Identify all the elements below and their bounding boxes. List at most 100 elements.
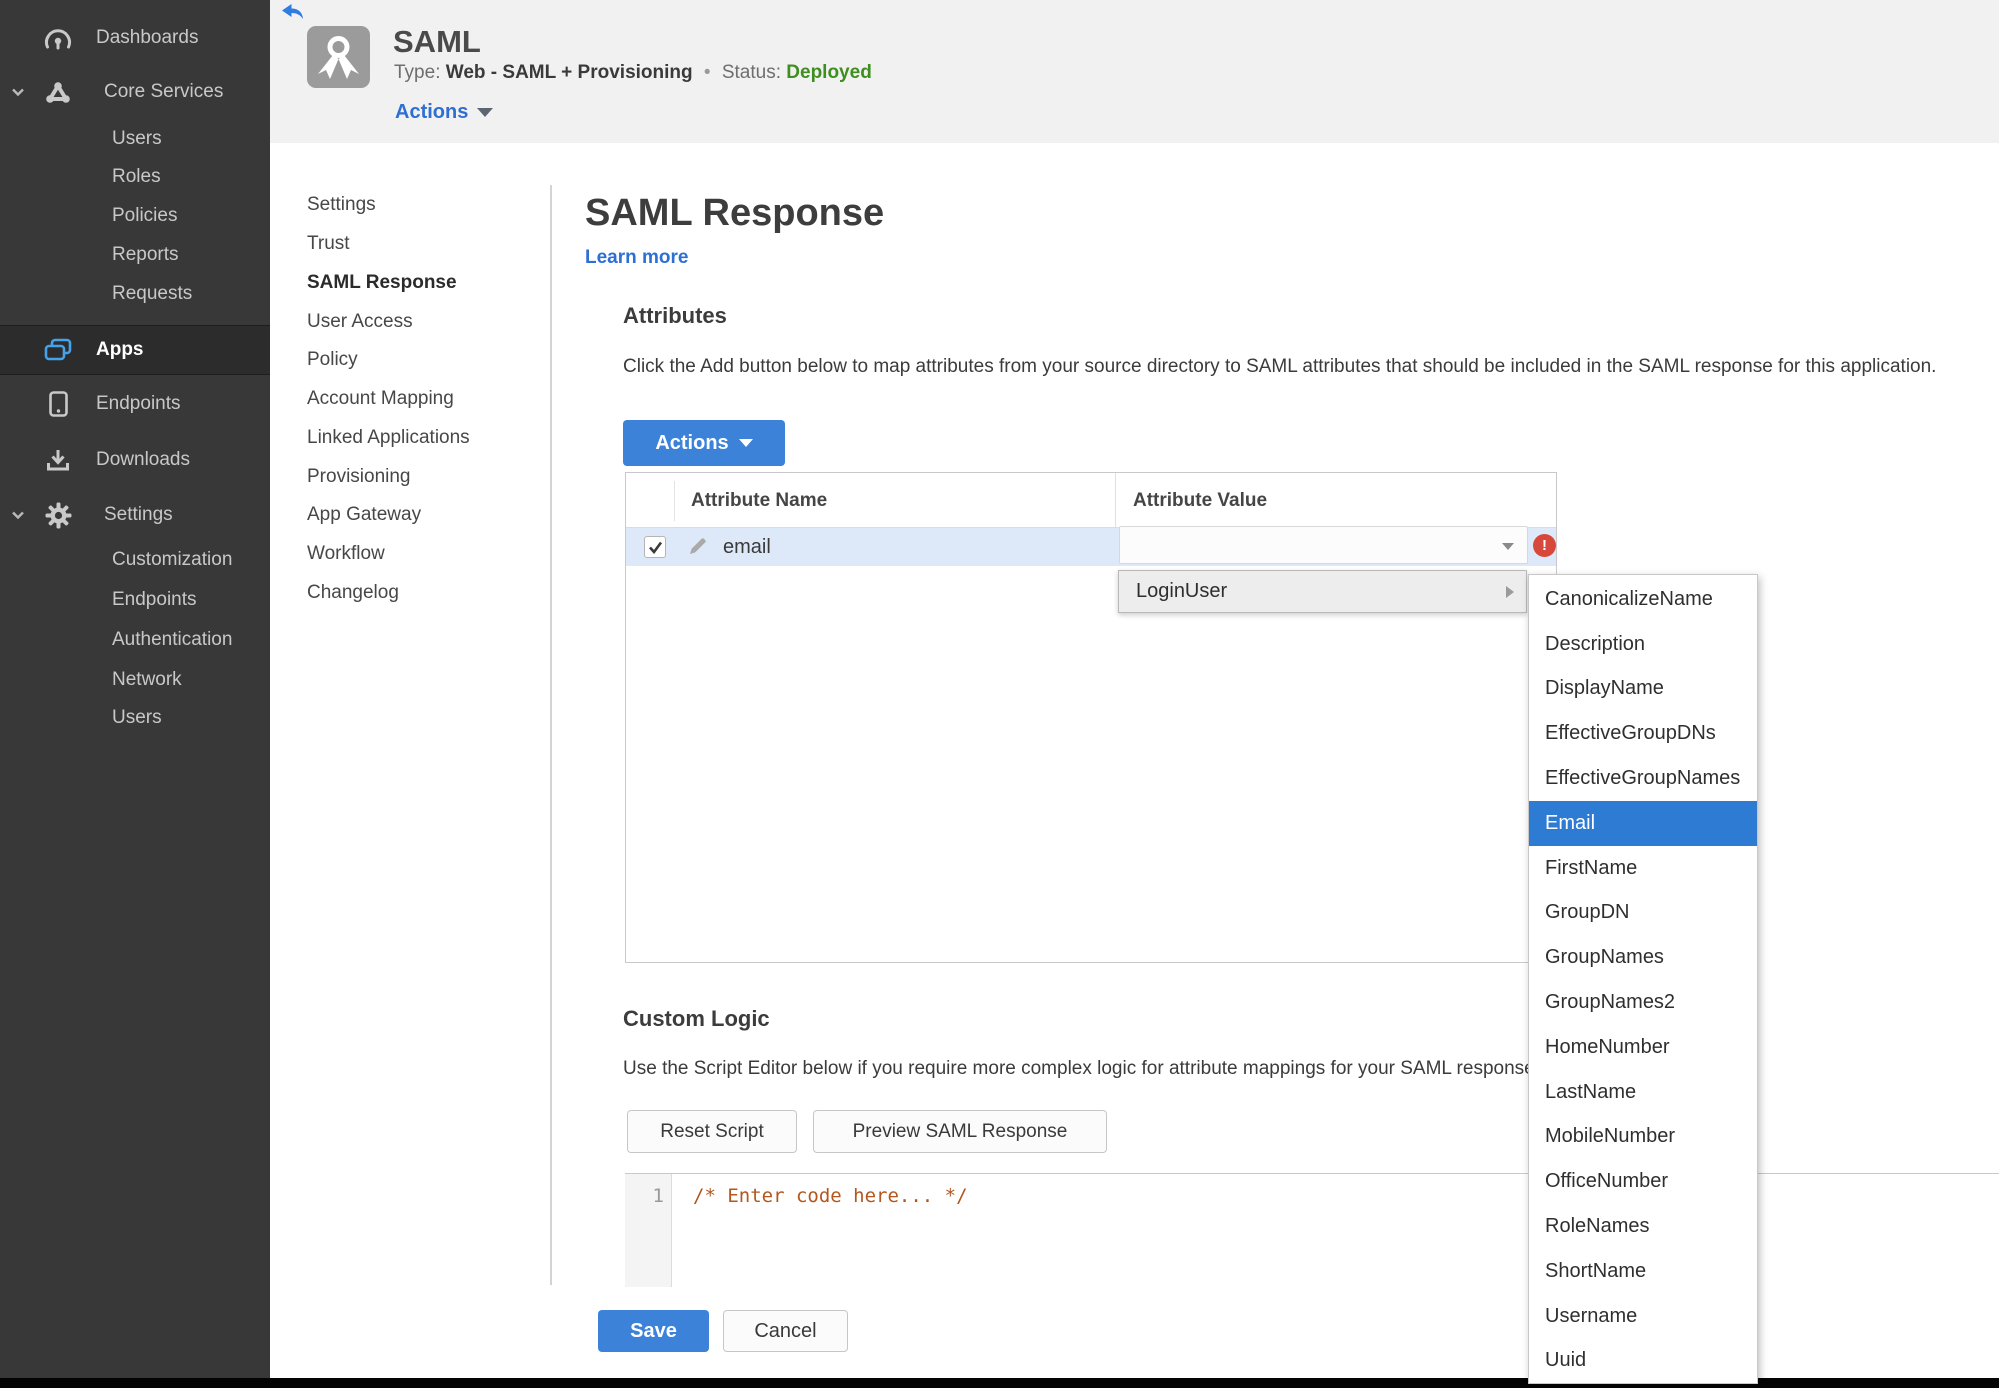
submenu-item[interactable]: Username xyxy=(1529,1294,1757,1339)
column-header-attribute-name: Attribute Name xyxy=(691,489,828,511)
chevron-down-icon xyxy=(11,511,25,520)
caret-down-icon xyxy=(477,108,494,117)
editor-gutter: 1 xyxy=(625,1174,672,1287)
menu-item-label: LoginUser xyxy=(1136,580,1228,602)
submenu-item[interactable]: GroupDN xyxy=(1529,891,1757,936)
submenu-item[interactable]: HomeNumber xyxy=(1529,1025,1757,1070)
sidebar-item-label: Authentication xyxy=(112,629,233,650)
device-icon xyxy=(42,391,74,417)
download-icon xyxy=(42,448,74,472)
sidebar-item-label: Roles xyxy=(112,166,161,187)
subnav-item[interactable]: User Access xyxy=(307,302,527,341)
submenu-item[interactable]: FirstName xyxy=(1529,846,1757,891)
subnav-item[interactable]: Trust xyxy=(307,225,527,264)
submenu-item[interactable]: EffectiveGroupDNs xyxy=(1529,711,1757,756)
type-value: Web - SAML + Provisioning xyxy=(445,62,693,83)
cancel-button[interactable]: Cancel xyxy=(723,1310,848,1352)
subnav-item[interactable]: Changelog xyxy=(307,574,527,613)
subnav-item[interactable]: Workflow xyxy=(307,535,527,574)
submenu-item[interactable]: DisplayName xyxy=(1529,667,1757,712)
value-submenu: CanonicalizeName Description DisplayName Ef… xyxy=(1528,574,1758,1384)
type-label: Type: xyxy=(394,62,441,83)
reset-script-button[interactable]: Reset Script xyxy=(627,1110,797,1153)
gear-icon xyxy=(42,502,74,529)
section-title: SAML Response xyxy=(585,192,885,234)
subnav-item[interactable]: Settings xyxy=(307,186,527,225)
submenu-item[interactable]: MobileNumber xyxy=(1529,1115,1757,1160)
gauge-icon xyxy=(42,27,74,50)
subnav-item[interactable]: Linked Applications xyxy=(307,419,527,458)
actions-button-label: Actions xyxy=(655,431,729,454)
sidebar-item-authentication[interactable]: Authentication xyxy=(0,620,270,660)
submenu-item[interactable]: Description xyxy=(1529,622,1757,667)
subnav-item[interactable]: SAML Response xyxy=(307,264,527,303)
sidebar-item-label: Users xyxy=(112,128,162,149)
column-header-attribute-value: Attribute Value xyxy=(1133,489,1268,511)
sidebar-item-label: Requests xyxy=(112,283,193,304)
preview-saml-response-button[interactable]: Preview SAML Response xyxy=(813,1110,1107,1153)
chevron-down-icon xyxy=(11,88,25,97)
vertical-divider xyxy=(550,185,552,1285)
sidebar-item-requests[interactable]: Requests xyxy=(0,274,270,314)
sidebar-item-core-services[interactable]: Core Services xyxy=(0,72,270,112)
sidebar-item-roles[interactable]: Roles xyxy=(0,157,270,197)
submenu-item[interactable]: GroupNames xyxy=(1529,935,1757,980)
submenu-item[interactable]: Uuid xyxy=(1529,1339,1757,1384)
sidebar-item-label: Downloads xyxy=(96,449,190,470)
saml-app-ribbon-icon xyxy=(307,26,370,93)
sidebar-item-label: Endpoints xyxy=(112,589,197,610)
page-title: SAML xyxy=(393,24,481,59)
submenu-item[interactable]: RoleNames xyxy=(1529,1204,1757,1249)
attributes-table: Attribute Name Attribute Value email ! xyxy=(625,472,1557,963)
actions-label: Actions xyxy=(395,101,469,123)
header-actions-menu[interactable]: Actions xyxy=(395,101,494,124)
subnav-item[interactable]: Policy xyxy=(307,341,527,380)
sidebar-item-label: Dashboards xyxy=(96,27,199,48)
sidebar-item-users[interactable]: Users xyxy=(0,119,270,159)
submenu-item[interactable]: ShortName xyxy=(1529,1249,1757,1294)
sidebar-item-dashboards[interactable]: Dashboards xyxy=(0,18,270,58)
sidebar-item-endpoints[interactable]: Endpoints xyxy=(0,580,270,620)
sidebar-item-label: Endpoints xyxy=(96,393,181,414)
sidebar-item-customization[interactable]: Customization xyxy=(0,540,270,580)
editor-code-area[interactable]: /* Enter code here... */ xyxy=(693,1185,968,1207)
submenu-item[interactable]: Email xyxy=(1529,800,1757,846)
edit-pencil-icon[interactable] xyxy=(688,537,707,561)
subnav-item[interactable]: Account Mapping xyxy=(307,380,527,419)
value-menu-loginuser[interactable]: LoginUser xyxy=(1118,570,1527,613)
subnav-item[interactable]: App Gateway xyxy=(307,496,527,535)
attribute-value-combobox[interactable] xyxy=(1119,526,1528,564)
submenu-item[interactable]: GroupNames2 xyxy=(1529,980,1757,1025)
sidebar-item-users[interactable]: Users xyxy=(0,698,270,738)
sidebar-item-label: Settings xyxy=(104,504,173,525)
sidebar-item-label: Customization xyxy=(112,549,233,570)
sidebar-item-policies[interactable]: Policies xyxy=(0,196,270,236)
sidebar: Dashboards Core Services Users Roles Pol… xyxy=(0,0,270,1388)
attributes-heading: Attributes xyxy=(623,303,727,328)
subnav-item[interactable]: Provisioning xyxy=(307,457,527,496)
save-button[interactable]: Save xyxy=(598,1310,709,1352)
back-arrow-icon[interactable] xyxy=(282,4,303,24)
sidebar-item-reports[interactable]: Reports xyxy=(0,235,270,275)
sidebar-item-network[interactable]: Network xyxy=(0,660,270,700)
sidebar-item-endpoints[interactable]: Endpoints xyxy=(0,384,270,424)
attributes-description: Click the Add button below to map attrib… xyxy=(623,356,1937,377)
line-number: 1 xyxy=(652,1185,664,1207)
sidebar-item-label: Core Services xyxy=(104,81,224,102)
table-header: Attribute Name Attribute Value xyxy=(626,473,1556,528)
submenu-item[interactable]: OfficeNumber xyxy=(1529,1159,1757,1204)
submenu-item[interactable]: EffectiveGroupNames xyxy=(1529,756,1757,801)
status-label: Status: xyxy=(721,62,781,83)
row-checkbox[interactable] xyxy=(644,536,666,558)
attributes-actions-button[interactable]: Actions xyxy=(623,420,785,466)
submenu-item[interactable]: CanonicalizeName xyxy=(1529,577,1757,622)
chevron-down-icon xyxy=(1502,543,1514,550)
sidebar-item-settings[interactable]: Settings xyxy=(0,495,270,535)
error-icon: ! xyxy=(1533,534,1556,557)
learn-more-link[interactable]: Learn more xyxy=(585,247,688,269)
submenu-item[interactable]: LastName xyxy=(1529,1070,1757,1115)
custom-logic-description: Use the Script Editor below if you requi… xyxy=(623,1058,1540,1079)
sidebar-item-label: Network xyxy=(112,669,182,690)
sidebar-item-apps[interactable]: Apps xyxy=(0,325,270,375)
sidebar-item-downloads[interactable]: Downloads xyxy=(0,440,270,480)
